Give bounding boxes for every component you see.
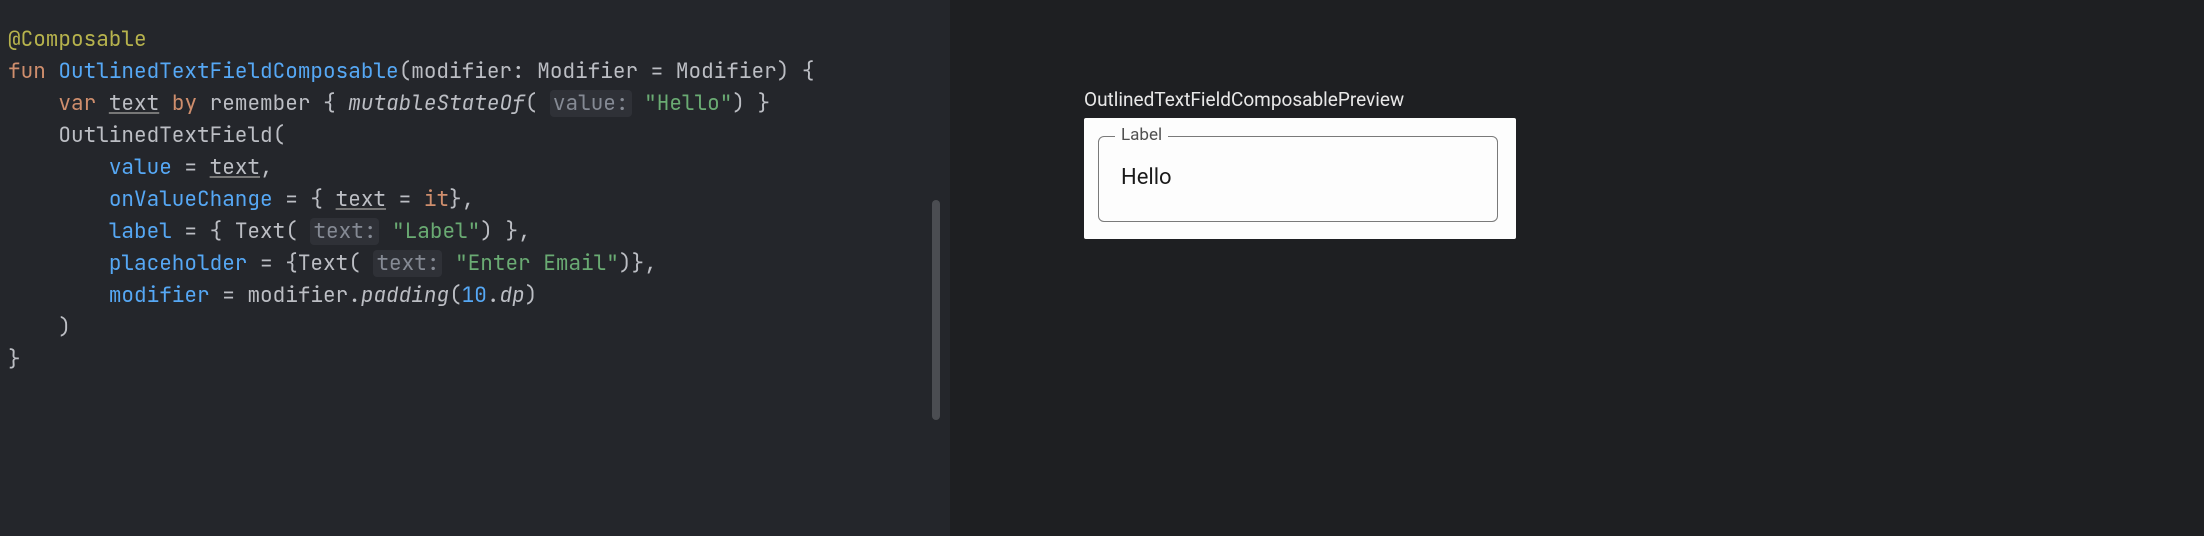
- arg-onvaluechange: onValueChange: [109, 186, 273, 213]
- text-field-label: Label: [1115, 125, 1168, 145]
- hint-text-label: text:: [310, 218, 379, 245]
- fn-padding: padding: [361, 282, 449, 309]
- arg-label: label: [109, 218, 172, 245]
- keyword-by: by: [172, 90, 197, 117]
- arg-modifier: modifier: [109, 282, 210, 309]
- preview-card: Label Hello: [1084, 118, 1516, 239]
- keyword-fun: fun: [8, 58, 46, 85]
- annotation: @Composable: [8, 26, 147, 53]
- preview-pane: OutlinedTextFieldComposablePreview Label…: [950, 0, 2204, 536]
- call-outlinedtextfield: OutlinedTextField: [58, 122, 272, 149]
- preview-title: OutlinedTextFieldComposablePreview: [1084, 88, 1404, 111]
- string-placeholder: "Enter Email": [455, 250, 619, 277]
- string-label: "Label": [392, 218, 480, 245]
- num-10: 10: [462, 282, 487, 309]
- param-type: Modifier: [537, 58, 638, 85]
- code-editor[interactable]: @Composable fun OutlinedTextFieldComposa…: [0, 0, 950, 536]
- open-brace: {: [802, 58, 815, 85]
- keyword-it: it: [424, 186, 449, 213]
- arg-value-rhs: text: [210, 154, 260, 181]
- fn-mutablestateof: mutableStateOf: [348, 90, 524, 117]
- rhs-modifier: modifier: [247, 282, 348, 309]
- ide-root: @Composable fun OutlinedTextFieldComposa…: [0, 0, 2204, 536]
- string-hello: "Hello": [644, 90, 732, 117]
- outlined-text-field[interactable]: Label Hello: [1098, 136, 1498, 222]
- text-field-value[interactable]: Hello: [1121, 165, 1172, 190]
- arg-placeholder: placeholder: [109, 250, 248, 277]
- fn-text-label: Text: [235, 218, 285, 245]
- param-default: Modifier: [676, 58, 777, 85]
- fn-remember: remember: [210, 90, 311, 117]
- onchange-text: text: [336, 186, 386, 213]
- arg-value: value: [109, 154, 172, 181]
- keyword-var: var: [58, 90, 96, 117]
- var-text: text: [109, 90, 159, 117]
- fn-text-placeholder: Text: [298, 250, 348, 277]
- code-block[interactable]: @Composable fun OutlinedTextFieldComposa…: [8, 24, 942, 376]
- close-brace: }: [8, 346, 21, 373]
- close-paren: ): [58, 314, 71, 341]
- unit-dp: dp: [499, 282, 524, 309]
- function-name: OutlinedTextFieldComposable: [58, 58, 398, 85]
- hint-value: value:: [550, 90, 632, 117]
- param-name: modifier: [411, 58, 512, 85]
- hint-text-placeholder: text:: [373, 250, 442, 277]
